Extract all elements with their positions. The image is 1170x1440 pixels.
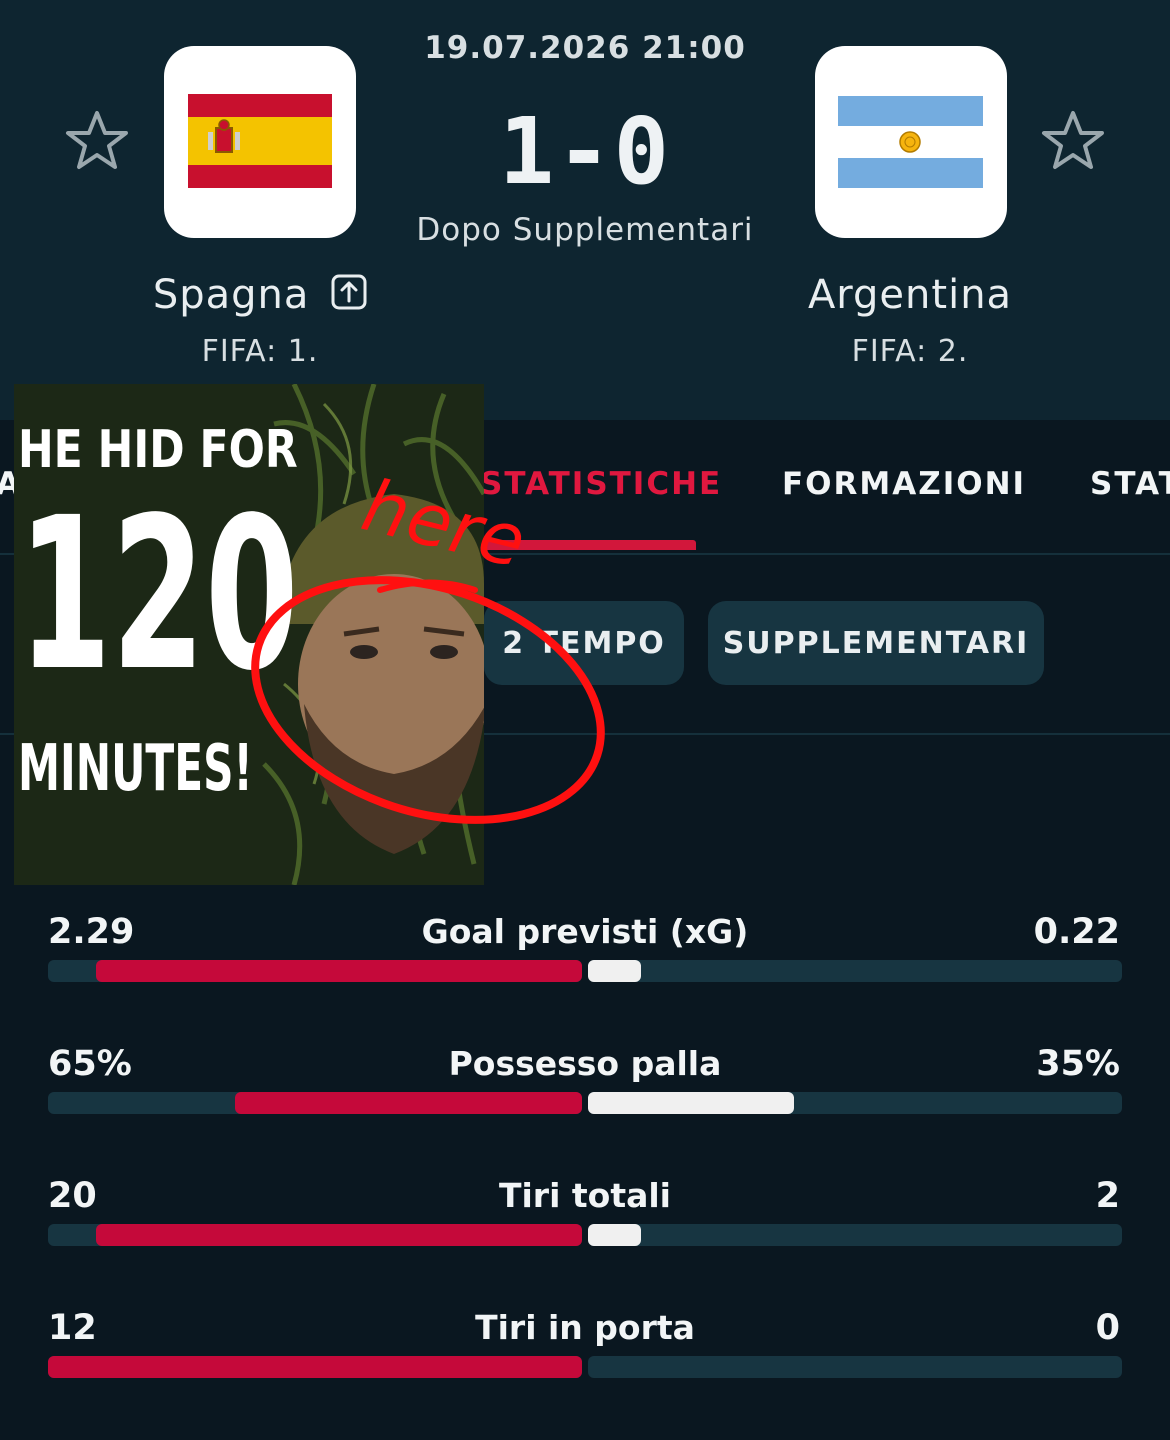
argentina-flag-icon	[838, 96, 983, 188]
stat-label: Goal previsti (xG)	[421, 912, 749, 951]
stat-away-track	[588, 960, 1122, 982]
stat-home-value: 2.29	[48, 912, 135, 952]
favorite-star-icon-away[interactable]	[1040, 108, 1106, 174]
match-header: 19.07.2026 21:00 1-0 Dopo Supplementari …	[0, 0, 1170, 420]
away-team-name[interactable]: Argentina	[760, 272, 1060, 318]
meme-text-line1: HE HID FOR	[18, 420, 298, 480]
match-datetime: 19.07.2026 21:00	[424, 30, 746, 66]
home-team-name-row[interactable]: Spagna	[110, 272, 410, 318]
home-team-logo[interactable]	[164, 46, 356, 238]
stat-away-track	[588, 1356, 1122, 1378]
stat-home-value: 12	[48, 1308, 97, 1348]
away-fifa-rank: FIFA: 2.	[851, 334, 969, 369]
active-tab-indicator	[480, 540, 696, 550]
stat-home-value: 20	[48, 1176, 97, 1216]
spain-flag-icon	[188, 94, 332, 188]
stat-away-bar	[588, 1224, 641, 1246]
home-team-name: Spagna	[152, 272, 310, 318]
stat-home-bar	[235, 1092, 582, 1114]
tab-statistiche[interactable]: STATISTICHE	[480, 466, 722, 502]
tab-formazioni[interactable]: FORMAZIONI	[782, 466, 1026, 502]
stat-away-bar	[588, 960, 641, 982]
match-status: Dopo Supplementari	[416, 212, 754, 248]
stat-row: 12 Tiri in porta 0	[0, 1308, 1170, 1440]
chip-second-half[interactable]: 2 TEMPO	[484, 601, 684, 685]
stat-row: 20 Tiri totali 2	[0, 1176, 1170, 1308]
stat-away-value: 2	[1095, 1176, 1120, 1216]
stat-away-value: 0.22	[1033, 912, 1120, 952]
stat-home-value: 65%	[48, 1044, 132, 1084]
stat-home-bar	[48, 1356, 582, 1378]
away-team-logo[interactable]	[815, 46, 1007, 238]
stat-row: 65% Possesso palla 35%	[0, 1044, 1170, 1176]
stat-label: Tiri totali	[498, 1176, 671, 1215]
match-score: 1-0	[498, 98, 672, 205]
meme-text-line3: MINUTES!	[18, 732, 253, 806]
stat-home-bar	[96, 960, 582, 982]
advance-arrow-icon	[331, 274, 367, 310]
stat-away-value: 35%	[1036, 1044, 1120, 1084]
meme-overlay-image: HE HID FOR 120 MINUTES!	[14, 384, 484, 885]
favorite-star-icon-home[interactable]	[64, 108, 130, 174]
stat-label: Possesso palla	[448, 1044, 722, 1083]
stat-away-bar	[588, 1092, 794, 1114]
stat-row: 2.29 Goal previsti (xG) 0.22	[0, 912, 1170, 1044]
stat-label: Tiri in porta	[475, 1308, 695, 1347]
meme-text-line2: 120	[18, 472, 299, 717]
stat-home-bar	[96, 1224, 582, 1246]
chip-extra-time[interactable]: SUPPLEMENTARI	[708, 601, 1044, 685]
tab-stat-partial[interactable]: STAT	[1090, 466, 1170, 502]
home-fifa-rank: FIFA: 1.	[201, 334, 319, 369]
stat-away-track	[588, 1224, 1122, 1246]
stat-away-value: 0	[1095, 1308, 1120, 1348]
